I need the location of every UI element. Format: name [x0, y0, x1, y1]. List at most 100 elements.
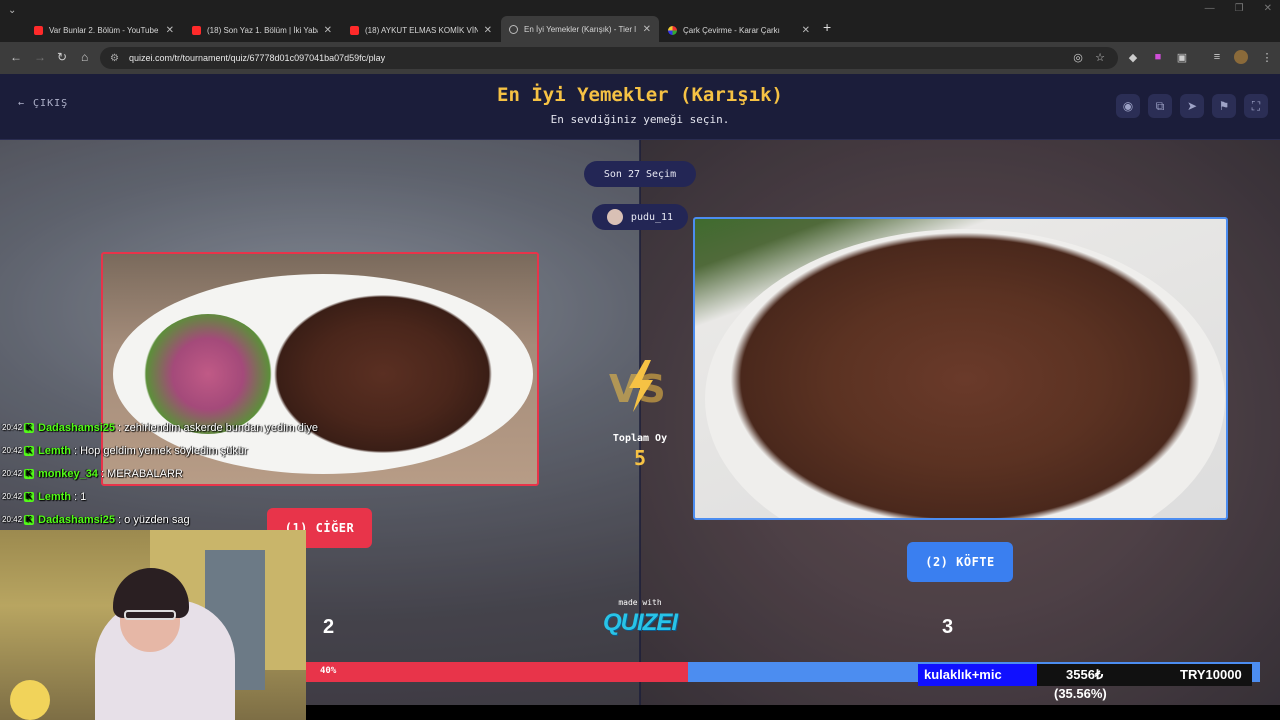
- chat-time: 20:42: [2, 469, 23, 478]
- quiz-header: ← ÇIKIŞ En İyi Yemekler (Karışık) En sev…: [0, 74, 1280, 140]
- reading-list-icon[interactable]: ≡: [1210, 50, 1224, 64]
- forward-icon[interactable]: →: [34, 50, 46, 64]
- menu-icon[interactable]: ⋮: [1260, 50, 1274, 64]
- chat-nick: Dadashamsi25: [38, 513, 116, 526]
- goal-amount: 3556₺: [1066, 667, 1104, 682]
- eye-off-icon[interactable]: ◎: [1071, 50, 1085, 64]
- webcam-lamp: [10, 680, 50, 720]
- browser-tab[interactable]: Var Bunlar 2. Bölüm - YouTube ✕: [26, 18, 182, 42]
- back-icon[interactable]: ←: [10, 50, 22, 64]
- send-icon[interactable]: ➤: [1180, 94, 1204, 118]
- page-title: En İyi Yemekler (Karışık): [497, 84, 783, 106]
- total-votes-value: 5: [633, 446, 647, 470]
- home-icon[interactable]: ⌂: [81, 50, 88, 64]
- close-icon[interactable]: ✕: [643, 24, 651, 35]
- browser-tab-bar: ⌄ Var Bunlar 2. Bölüm - YouTube ✕ (18) S…: [0, 0, 1280, 42]
- made-with-label: made with: [618, 598, 662, 607]
- chat-time: 20:42: [2, 492, 23, 501]
- copy-icon[interactable]: ⧉: [1148, 94, 1172, 118]
- stream-chat: 20:42 K Dadashamsi25 : zehirlendim asker…: [2, 416, 382, 531]
- extension-icon[interactable]: ■: [1151, 50, 1165, 64]
- chat-line: 20:42 K Dadashamsi25 : o yüzden sag: [2, 508, 382, 531]
- chat-line: 20:42 K monkey_34 : MERABALARR: [2, 462, 382, 485]
- goal-label: kulaklık+mic: [924, 667, 1002, 682]
- vote-count-left: 2: [323, 616, 335, 638]
- globe-icon: [509, 24, 518, 34]
- maximize-icon[interactable]: ❐: [1235, 3, 1244, 14]
- tab-title: (18) AYKUT ELMAS KOMİK VİNE: [365, 25, 478, 35]
- minimize-icon[interactable]: —: [1205, 3, 1215, 14]
- tab-title: Çark Çevirme - Karar Çarkı: [683, 25, 780, 35]
- option-card-right[interactable]: [693, 217, 1228, 520]
- wheel-icon: [668, 25, 677, 35]
- chat-time: 20:42: [2, 446, 23, 455]
- vs-icon: VS: [609, 360, 666, 412]
- chat-time: 20:42: [2, 423, 23, 432]
- tab-title: (18) Son Yaz 1. Bölüm | İki Yabancı: [207, 25, 318, 35]
- site-info-icon[interactable]: ⚙: [110, 53, 119, 64]
- kick-badge-icon: K: [24, 491, 34, 502]
- new-tab-icon[interactable]: +: [823, 19, 831, 35]
- window-controls: — ❐ ✕: [1205, 3, 1272, 14]
- tab-search-icon[interactable]: ⌄: [8, 5, 16, 16]
- chat-time: 20:42: [2, 515, 23, 524]
- star-icon[interactable]: ☆: [1093, 50, 1107, 64]
- meatballs-image: [725, 229, 1205, 518]
- vote-count-right: 3: [942, 616, 954, 638]
- page-subtitle: En sevdiğiniz yemeği seçin.: [550, 113, 730, 126]
- goal-target: TRY10000: [1180, 667, 1242, 682]
- streamer-glasses: [124, 610, 176, 620]
- reload-icon[interactable]: ↻: [57, 50, 67, 64]
- browser-tab-active[interactable]: En İyi Yemekler (Karışık) - Tier l ✕: [501, 16, 659, 42]
- url-bar[interactable]: ⚙ quizei.com/tr/tournament/quiz/67778d01…: [100, 47, 1118, 69]
- browser-toolbar: ← → ↻ ⌂ ⚙ quizei.com/tr/tournament/quiz/…: [0, 42, 1280, 74]
- donation-goal: kulaklık+mic 3556₺ (35.56%) TRY10000: [918, 664, 1258, 706]
- url-text: quizei.com/tr/tournament/quiz/67778d01c0…: [128, 53, 386, 63]
- chat-message: : 1: [74, 490, 87, 503]
- vote-progress-left: [306, 662, 688, 682]
- choice-button-kofte[interactable]: (2) KÖFTE: [907, 542, 1013, 582]
- chat-nick: Lemth: [38, 490, 71, 503]
- total-votes-label: Toplam Oy: [612, 433, 668, 444]
- youtube-icon: [34, 25, 43, 35]
- flag-icon[interactable]: ⚑: [1212, 94, 1236, 118]
- puzzle-icon[interactable]: ▣: [1175, 50, 1189, 64]
- chat-nick: Dadashamsi25: [38, 421, 116, 434]
- close-icon[interactable]: ✕: [484, 25, 492, 36]
- chat-message: : Hop geldim yemek söyledim şükür: [74, 444, 248, 457]
- close-icon[interactable]: ✕: [802, 25, 810, 36]
- profile-avatar[interactable]: [1234, 50, 1248, 64]
- close-window-icon[interactable]: ✕: [1264, 3, 1272, 14]
- round-label: Son 27 Seçim: [584, 161, 696, 187]
- browser-tab[interactable]: Çark Çevirme - Karar Çarkı ✕: [660, 18, 818, 42]
- vote-percent-left: 40%: [320, 666, 337, 676]
- fullscreen-icon[interactable]: ⛶: [1244, 94, 1268, 118]
- eye-icon[interactable]: ◉: [1116, 94, 1140, 118]
- chat-nick: monkey_34: [38, 467, 98, 480]
- kick-badge-icon: K: [24, 422, 34, 433]
- tab-title: En İyi Yemekler (Karışık) - Tier l: [524, 24, 637, 34]
- close-icon[interactable]: ✕: [324, 25, 332, 36]
- kick-badge-icon: K: [24, 514, 34, 525]
- chat-message: : MERABALARR: [100, 467, 183, 480]
- kick-badge-icon: K: [24, 445, 34, 456]
- close-icon[interactable]: ✕: [166, 25, 174, 36]
- chat-message: : o yüzden sag: [118, 513, 190, 526]
- avatar: [606, 209, 623, 225]
- youtube-icon: [192, 25, 201, 35]
- quizei-logo[interactable]: QUIZEI: [590, 609, 690, 637]
- goal-percent: (35.56%): [1054, 686, 1107, 701]
- player-name: pudu_11: [630, 211, 674, 223]
- chat-nick: Lemth: [38, 444, 71, 457]
- chat-line: 20:42 K Lemth : 1: [2, 485, 382, 508]
- browser-tab[interactable]: (18) Son Yaz 1. Bölüm | İki Yabancı ✕: [184, 18, 340, 42]
- kick-badge-icon: K: [24, 468, 34, 479]
- player-badge: pudu_11: [592, 204, 688, 230]
- chat-line: 20:42 K Lemth : Hop geldim yemek söyledi…: [2, 439, 382, 462]
- chat-line: 20:42 K Dadashamsi25 : zehirlendim asker…: [2, 416, 382, 439]
- youtube-icon: [350, 25, 359, 35]
- tab-title: Var Bunlar 2. Bölüm - YouTube: [49, 25, 159, 35]
- extension-diamond-icon[interactable]: ◆: [1126, 50, 1140, 64]
- chat-message: : zehirlendim askerde bundan yedim diye: [118, 421, 318, 434]
- browser-tab[interactable]: (18) AYKUT ELMAS KOMİK VİNE ✕: [342, 18, 500, 42]
